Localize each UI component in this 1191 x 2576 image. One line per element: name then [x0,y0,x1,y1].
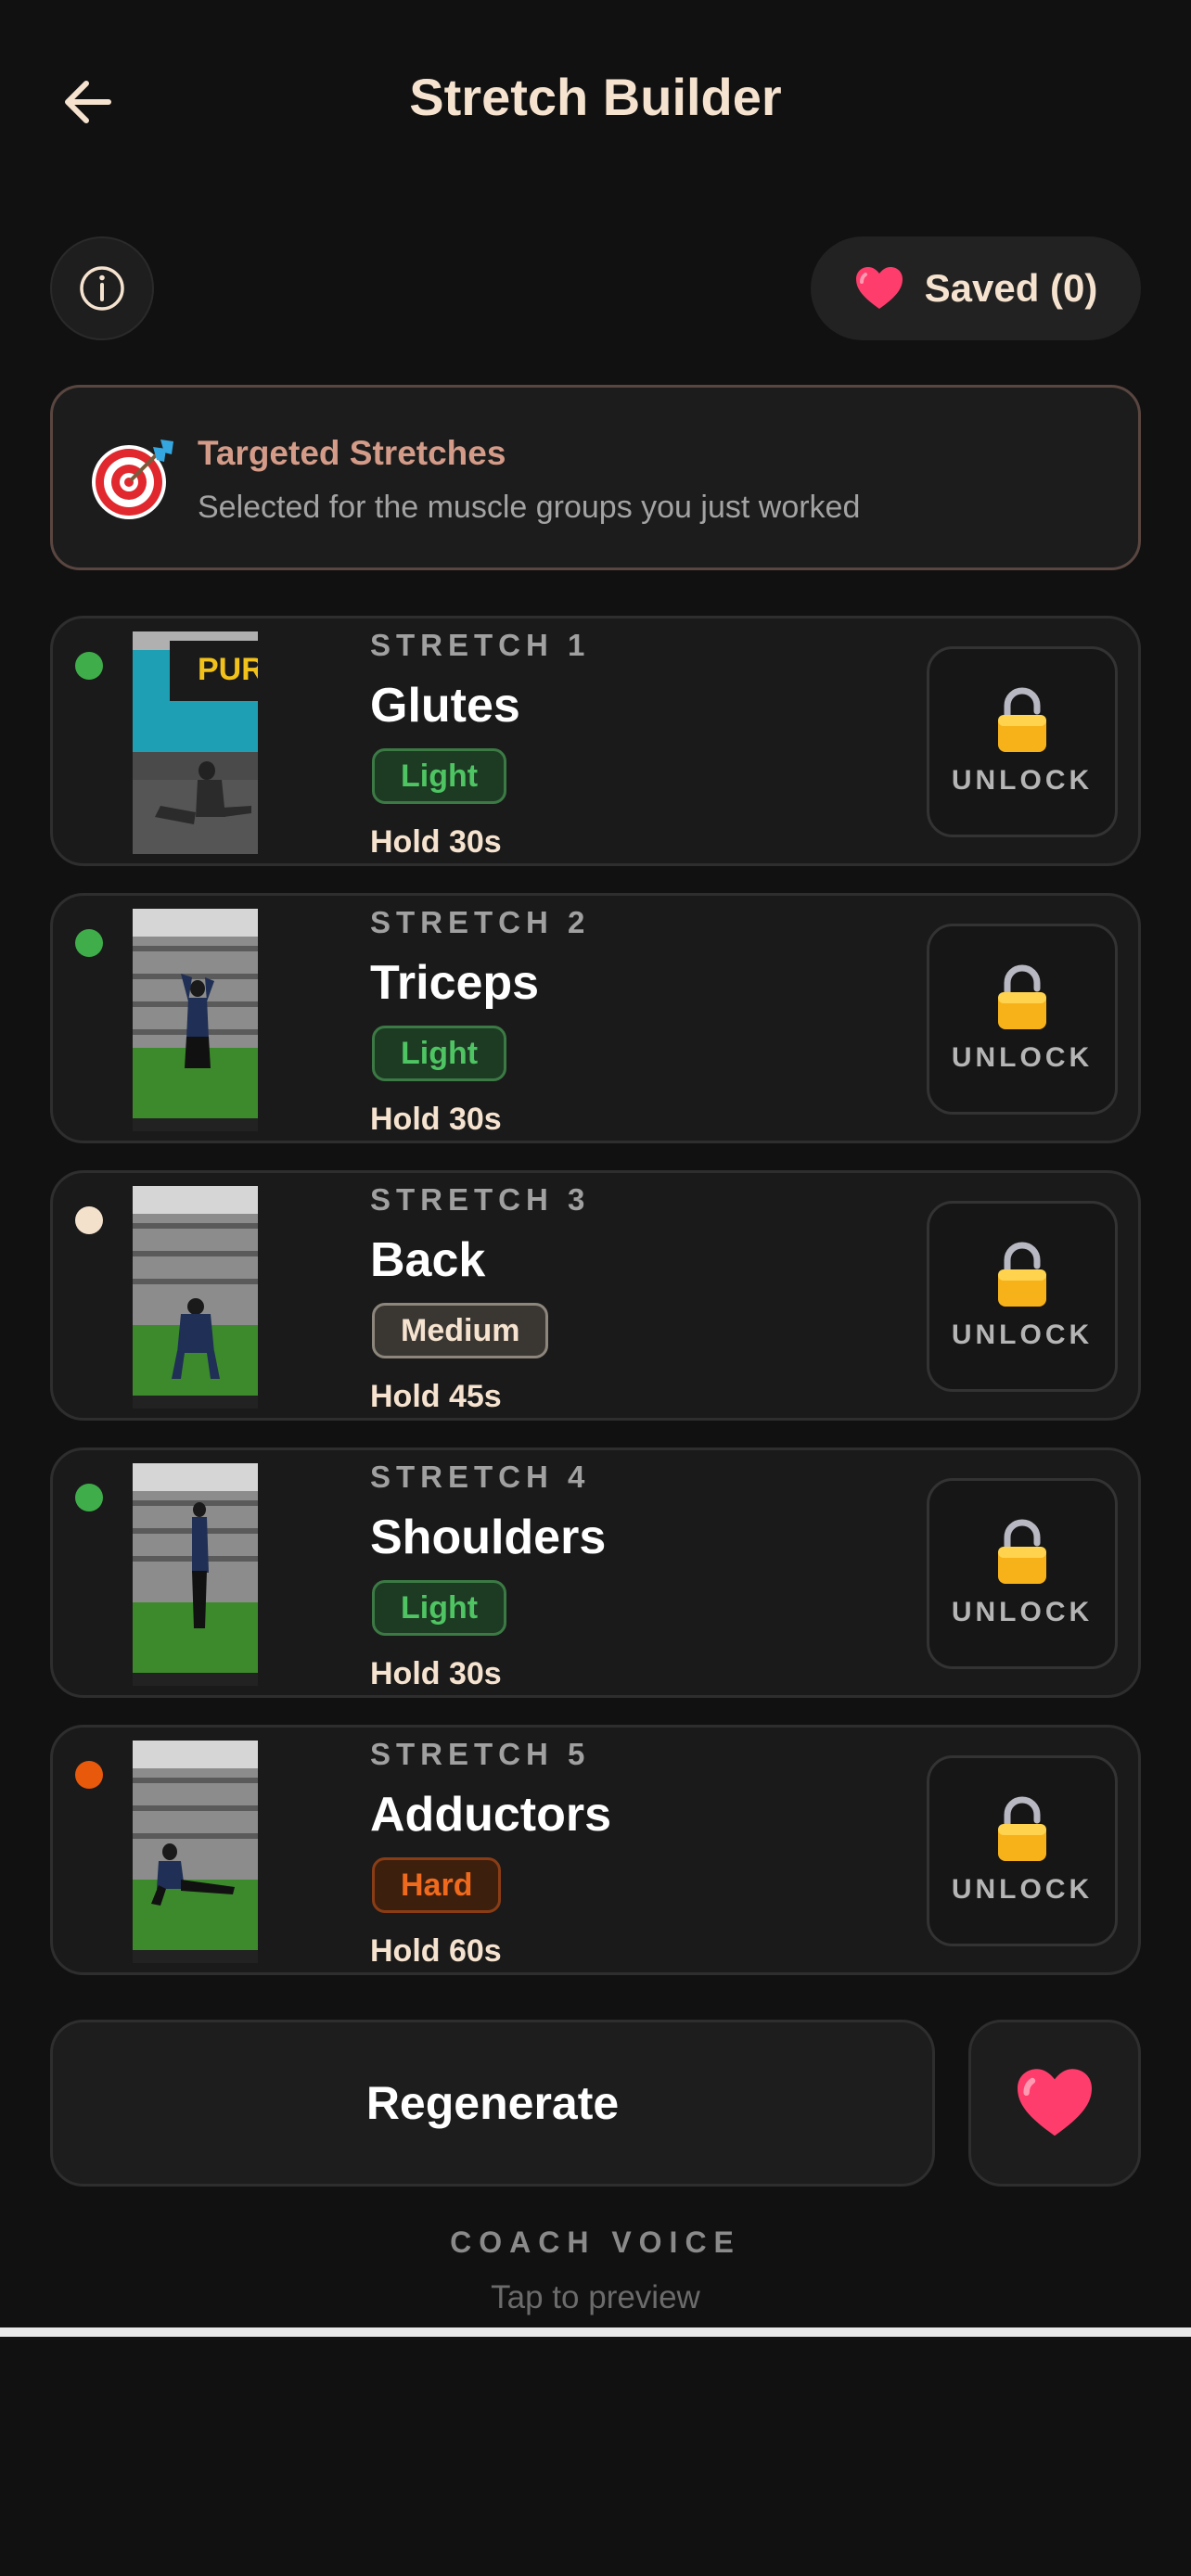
stretch-name: Glutes [370,679,520,733]
lock-icon [998,1242,1046,1307]
status-dot [75,652,103,680]
divider [0,2327,1191,2337]
unlock-button[interactable]: UNLOCK [927,924,1118,1115]
info-icon [80,266,124,311]
heart-icon [1018,2069,1092,2136]
unlock-label: UNLOCK [951,765,1094,796]
unlock-label: UNLOCK [951,1042,1094,1073]
stretch-name: Triceps [370,956,540,1010]
stretch-thumbnail [133,909,258,1131]
heart-icon [855,267,903,309]
stretch-card-shoulders[interactable]: STRETCH 4 Shoulders Light Hold 30s UNLOC… [50,1447,1141,1698]
status-dot [75,1206,103,1234]
intensity-badge: Light [372,1026,507,1081]
lock-icon [998,1519,1046,1584]
targeted-stretches-title: Targeted Stretches [198,434,506,472]
unlock-label: UNLOCK [951,1320,1094,1350]
regenerate-button[interactable]: Regenerate [50,2020,935,2187]
stretch-name: Back [370,1233,486,1287]
hold-duration: Hold 30s [370,1102,502,1137]
info-button[interactable] [50,236,154,340]
stretch-number: STRETCH 3 [370,1182,591,1217]
svg-text:PUR: PUR [198,652,258,687]
saved-button[interactable]: Saved (0) [811,236,1141,340]
hold-duration: Hold 45s [370,1379,502,1414]
lock-icon [998,687,1046,752]
coach-voice-preview[interactable]: Tap to preview [0,2279,1191,2316]
intensity-badge: Light [372,1580,507,1636]
stretch-card-back[interactable]: STRETCH 3 Back Medium Hold 45s UNLOCK [50,1170,1141,1421]
status-dot [75,1484,103,1511]
intensity-badge: Hard [372,1857,502,1913]
stretch-thumbnail [133,1463,258,1686]
stretch-number: STRETCH 4 [370,1460,591,1494]
targeted-stretches-card: Targeted Stretches Selected for the musc… [50,385,1141,570]
hold-duration: Hold 60s [370,1933,502,1969]
stretch-thumbnail [133,1186,258,1409]
favorite-button[interactable] [968,2020,1141,2187]
hold-duration: Hold 30s [370,824,502,860]
stretch-thumbnail: PUR [133,631,258,854]
page-title: Stretch Builder [409,68,782,126]
stretch-name: Adductors [370,1788,611,1842]
unlock-label: UNLOCK [951,1597,1094,1627]
unlock-button[interactable]: UNLOCK [927,646,1118,837]
unlock-button[interactable]: UNLOCK [927,1755,1118,1946]
status-dot [75,929,103,957]
target-icon [92,440,173,519]
stretch-number: STRETCH 2 [370,905,591,939]
intensity-badge: Light [372,748,507,804]
unlock-label: UNLOCK [951,1874,1094,1905]
saved-label: Saved (0) [924,266,1098,310]
status-dot [75,1761,103,1789]
stretch-card-triceps[interactable]: STRETCH 2 Triceps Light Hold 30s UNLOCK [50,893,1141,1143]
targeted-stretches-subtitle: Selected for the muscle groups you just … [198,490,861,525]
unlock-button[interactable]: UNLOCK [927,1478,1118,1669]
coach-voice-label[interactable]: COACH VOICE [0,2225,1191,2260]
stretch-number: STRETCH 5 [370,1737,591,1771]
stretch-builder-screen: Stretch Builder Saved (0) Targeted Stret… [0,0,1191,2576]
lock-icon [998,1796,1046,1861]
intensity-badge: Medium [372,1303,549,1358]
lock-icon [998,964,1046,1029]
hold-duration: Hold 30s [370,1656,502,1691]
stretch-thumbnail [133,1741,258,1963]
stretch-card-adductors[interactable]: STRETCH 5 Adductors Hard Hold 60s UNLOCK [50,1725,1141,1975]
unlock-button[interactable]: UNLOCK [927,1201,1118,1392]
stretch-card-glutes[interactable]: PUR STRETCH 1 Glutes Light Hold 30s UNLO… [50,616,1141,866]
stretch-number: STRETCH 1 [370,628,591,662]
stretch-name: Shoulders [370,1511,607,1564]
